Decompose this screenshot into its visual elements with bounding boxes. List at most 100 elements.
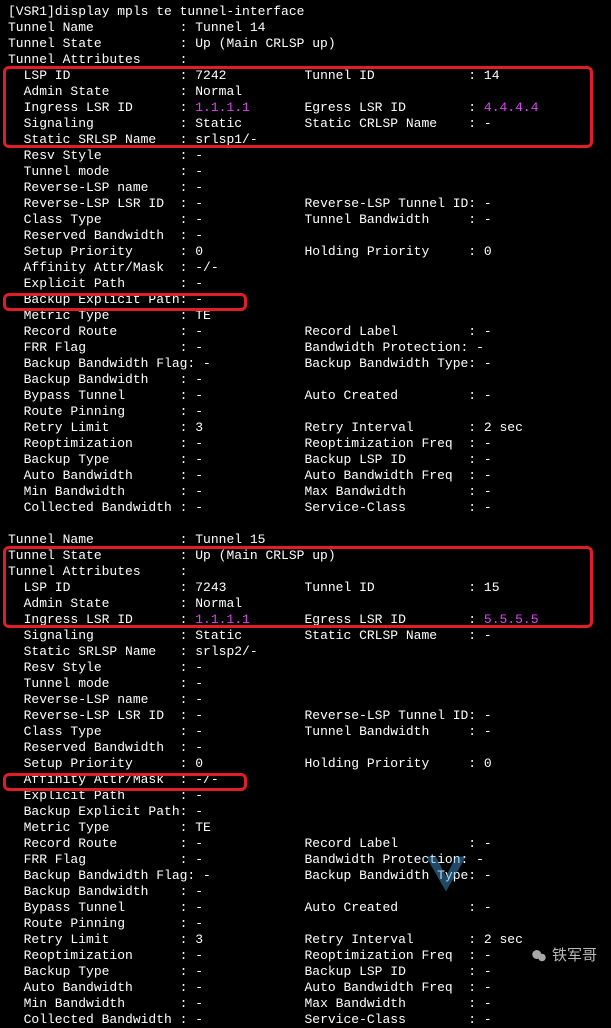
field-value: -/- — [195, 260, 218, 276]
field-value: - — [195, 484, 203, 500]
field-value: - — [484, 484, 492, 500]
output-row: Class Type : - Tunnel Bandwidth : - — [8, 212, 603, 228]
field-label: Auto Created : — [304, 900, 483, 916]
output-row: Ingress LSR ID : 1.1.1.1 Egress LSR ID :… — [8, 100, 603, 116]
field-value: - — [484, 500, 492, 516]
output-row: Auto Bandwidth : - Auto Bandwidth Freq :… — [8, 980, 603, 996]
field-value: - — [195, 788, 203, 804]
output-row: Metric Type : TE — [8, 308, 603, 324]
field-value: - — [195, 996, 203, 1012]
field-label: Backup Bandwidth Type: — [304, 356, 483, 372]
output-row: Static SRLSP Name : srlsp2/- — [8, 644, 603, 660]
output-row: Metric Type : TE — [8, 820, 603, 836]
output-row: Ingress LSR ID : 1.1.1.1 Egress LSR ID :… — [8, 612, 603, 628]
output-row: Bypass Tunnel : - Auto Created : - — [8, 900, 603, 916]
output-row: Retry Limit : 3 Retry Interval : 2 sec — [8, 932, 603, 948]
field-value: - — [195, 452, 203, 468]
field-value: - — [484, 212, 492, 228]
output-row: Tunnel Attributes : — [8, 564, 603, 580]
field-label: Tunnel ID : — [304, 68, 483, 84]
field-value: 2 sec — [484, 932, 523, 948]
field-value: 4.4.4.4 — [484, 100, 539, 116]
field-value: - — [203, 868, 211, 884]
output-row: Explicit Path : - — [8, 276, 603, 292]
field-value: - — [195, 436, 203, 452]
output-row: Backup Type : - Backup LSP ID : - — [8, 452, 603, 468]
field-value: - — [484, 356, 492, 372]
output-row: Reoptimization : - Reoptimization Freq :… — [8, 436, 603, 452]
field-value: 7243 — [195, 580, 226, 596]
field-value: - — [195, 276, 203, 292]
field-value: - — [484, 452, 492, 468]
field-value: - — [476, 852, 484, 868]
output-row: Tunnel mode : - — [8, 676, 603, 692]
field-value: - — [195, 148, 203, 164]
field-value: - — [195, 916, 203, 932]
field-value: - — [484, 980, 492, 996]
output-row: Route Pinning : - — [8, 916, 603, 932]
field-value: - — [484, 324, 492, 340]
author-watermark: 铁军哥 — [530, 947, 597, 965]
field-label: Tunnel ID : — [304, 580, 483, 596]
field-value: 1.1.1.1 — [195, 100, 250, 116]
output-row: Reserved Bandwidth : - — [8, 740, 603, 756]
output-row: Reverse-LSP name : - — [8, 180, 603, 196]
field-value: - — [195, 740, 203, 756]
field-value: - — [195, 804, 203, 820]
field-value: - — [195, 468, 203, 484]
field-value: - — [195, 164, 203, 180]
output-row: Min Bandwidth : - Max Bandwidth : - — [8, 996, 603, 1012]
field-label: Tunnel Bandwidth : — [304, 212, 483, 228]
field-value: srlsp1/- — [195, 132, 257, 148]
field-value: - — [484, 1012, 492, 1028]
output-row: Affinity Attr/Mask : -/- — [8, 260, 603, 276]
field-value: - — [484, 996, 492, 1012]
command-prompt: [VSR1]display mpls te tunnel-interface — [8, 4, 603, 20]
field-label: Backup LSP ID : — [304, 452, 483, 468]
field-value: - — [484, 628, 492, 644]
field-value: 7242 — [195, 68, 226, 84]
output-row: FRR Flag : - Bandwidth Protection: - — [8, 852, 603, 868]
field-value: 14 — [484, 68, 500, 84]
field-label: Record Label : — [304, 836, 483, 852]
field-value: 0 — [195, 756, 203, 772]
output-row: Reoptimization : - Reoptimization Freq :… — [8, 948, 603, 964]
output-row: Tunnel Name : Tunnel 14 — [8, 20, 603, 36]
field-label: Service-Class : — [304, 1012, 483, 1028]
field-label: Holding Priority : — [304, 244, 483, 260]
output-row: Tunnel mode : - — [8, 164, 603, 180]
field-value: - — [484, 388, 492, 404]
field-value: 3 — [195, 932, 203, 948]
output-row: LSP ID : 7243 Tunnel ID : 15 — [8, 580, 603, 596]
field-label: Auto Bandwidth Freq : — [304, 468, 483, 484]
output-row: Route Pinning : - — [8, 404, 603, 420]
field-value: Up (Main CRLSP up) — [195, 548, 335, 564]
field-value: Static — [195, 628, 242, 644]
field-label: Auto Bandwidth Freq : — [304, 980, 483, 996]
field-label: Retry Interval : — [304, 932, 483, 948]
field-value: - — [195, 228, 203, 244]
output-row: Min Bandwidth : - Max Bandwidth : - — [8, 484, 603, 500]
field-label: Static CRLSP Name : — [304, 628, 483, 644]
field-value: - — [195, 980, 203, 996]
output-row: FRR Flag : - Bandwidth Protection: - — [8, 340, 603, 356]
field-label: Bandwidth Protection: — [304, 340, 476, 356]
output-row: Backup Bandwidth Flag: - Backup Bandwidt… — [8, 868, 603, 884]
field-value: 0 — [195, 244, 203, 260]
field-value: - — [195, 708, 203, 724]
field-value: 3 — [195, 420, 203, 436]
field-value: - — [195, 292, 203, 308]
field-label: Record Label : — [304, 324, 483, 340]
output-row: Reverse-LSP LSR ID : - Reverse-LSP Tunne… — [8, 196, 603, 212]
output-row: Signaling : Static Static CRLSP Name : - — [8, 116, 603, 132]
output-row: Admin State : Normal — [8, 84, 603, 100]
field-value: - — [195, 692, 203, 708]
output-row: Reverse-LSP LSR ID : - Reverse-LSP Tunne… — [8, 708, 603, 724]
output-row: Reserved Bandwidth : - — [8, 228, 603, 244]
field-value: - — [195, 660, 203, 676]
field-value: 2 sec — [484, 420, 523, 436]
field-value: - — [484, 708, 492, 724]
output-row: Backup Explicit Path: - — [8, 292, 603, 308]
field-value: - — [484, 948, 492, 964]
field-value: -/- — [195, 772, 218, 788]
